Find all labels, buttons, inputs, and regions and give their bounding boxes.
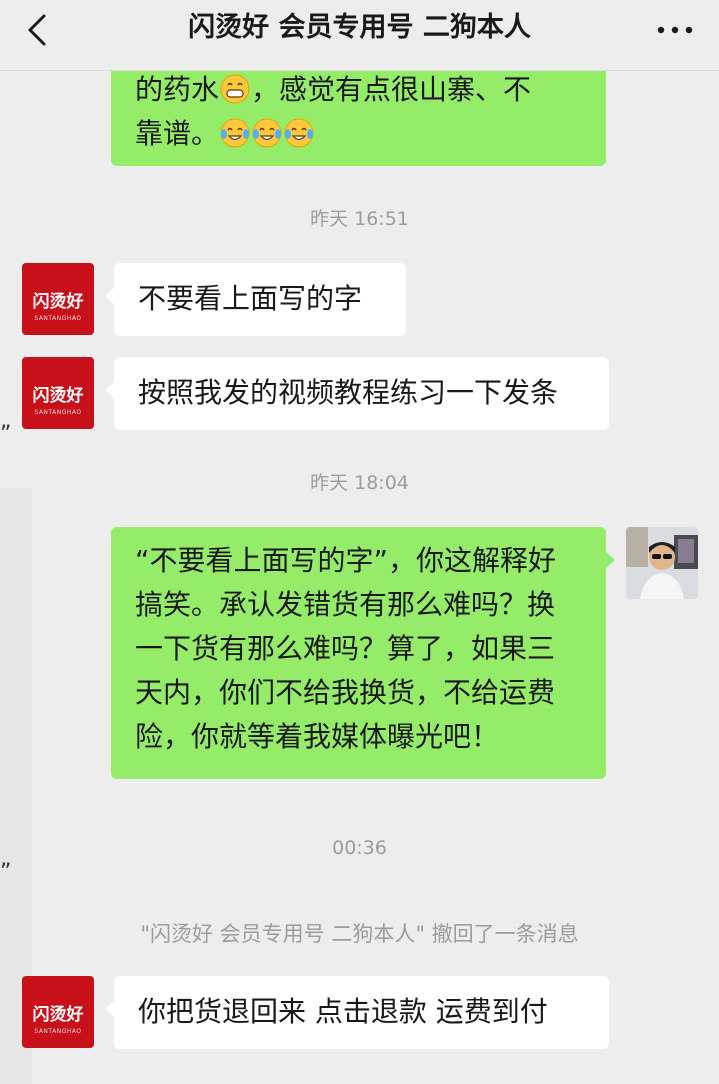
message-text: 不要看上面写的字 [138,282,363,315]
message-text: 你把货退回来 点击退款 运费到付 [138,995,548,1028]
recall-notice: "闪烫好 会员专用号 二狗本人" 撤回了一条消息 [140,922,579,946]
cry-laugh-emoji-icon [252,118,282,148]
avatar-shop[interactable]: 闪烫好 SANTANGHAO [22,263,94,335]
message-bubble-outgoing[interactable]: “不要看上面写的字”，你这解释好搞笑。承认发错货有那么难吗？换一下货有那么难吗？… [111,527,615,779]
grin-emoji-icon [220,74,250,104]
message-text: 按照我发的视频教程练习一下发条 [138,376,559,409]
message-text: 的药水 ，感觉有点很山寨、不 靠谱。 [135,73,532,150]
cry-laugh-emoji-icon [220,118,250,148]
text-fragment: ” [0,860,12,885]
timestamp: 昨天 16:51 [310,208,409,230]
chat-header: 闪烫好 会员专用号 二狗本人 [0,0,719,71]
chat-title: 闪烫好 会员专用号 二狗本人 [188,12,531,43]
user-photo-avatar-icon [626,527,698,599]
chevron-left-icon [28,14,46,46]
more-button[interactable] [653,12,697,48]
cry-laugh-emoji-icon [284,118,314,148]
avatar-shop[interactable]: 闪烫好 SANTANGHAO [22,357,94,429]
back-button[interactable] [20,10,60,50]
avatar-shop[interactable]: 闪烫好 SANTANGHAO [22,976,94,1048]
timestamp: 00:36 [332,837,387,859]
timestamp: 昨天 18:04 [310,472,409,494]
more-dots-icon [657,26,693,34]
message-bubble-incoming[interactable]: 按照我发的视频教程练习一下发条 [105,357,609,430]
message-bubble-incoming[interactable]: 不要看上面写的字 [105,263,406,336]
message-bubble-incoming[interactable]: 你把货退回来 点击退款 运费到付 [105,976,609,1049]
text-fragment: ” [0,422,12,447]
message-text: “不要看上面写的字”，你这解释好搞笑。承认发错货有那么难吗？换一下货有那么难吗？… [135,544,557,753]
avatar-me[interactable] [626,527,698,599]
